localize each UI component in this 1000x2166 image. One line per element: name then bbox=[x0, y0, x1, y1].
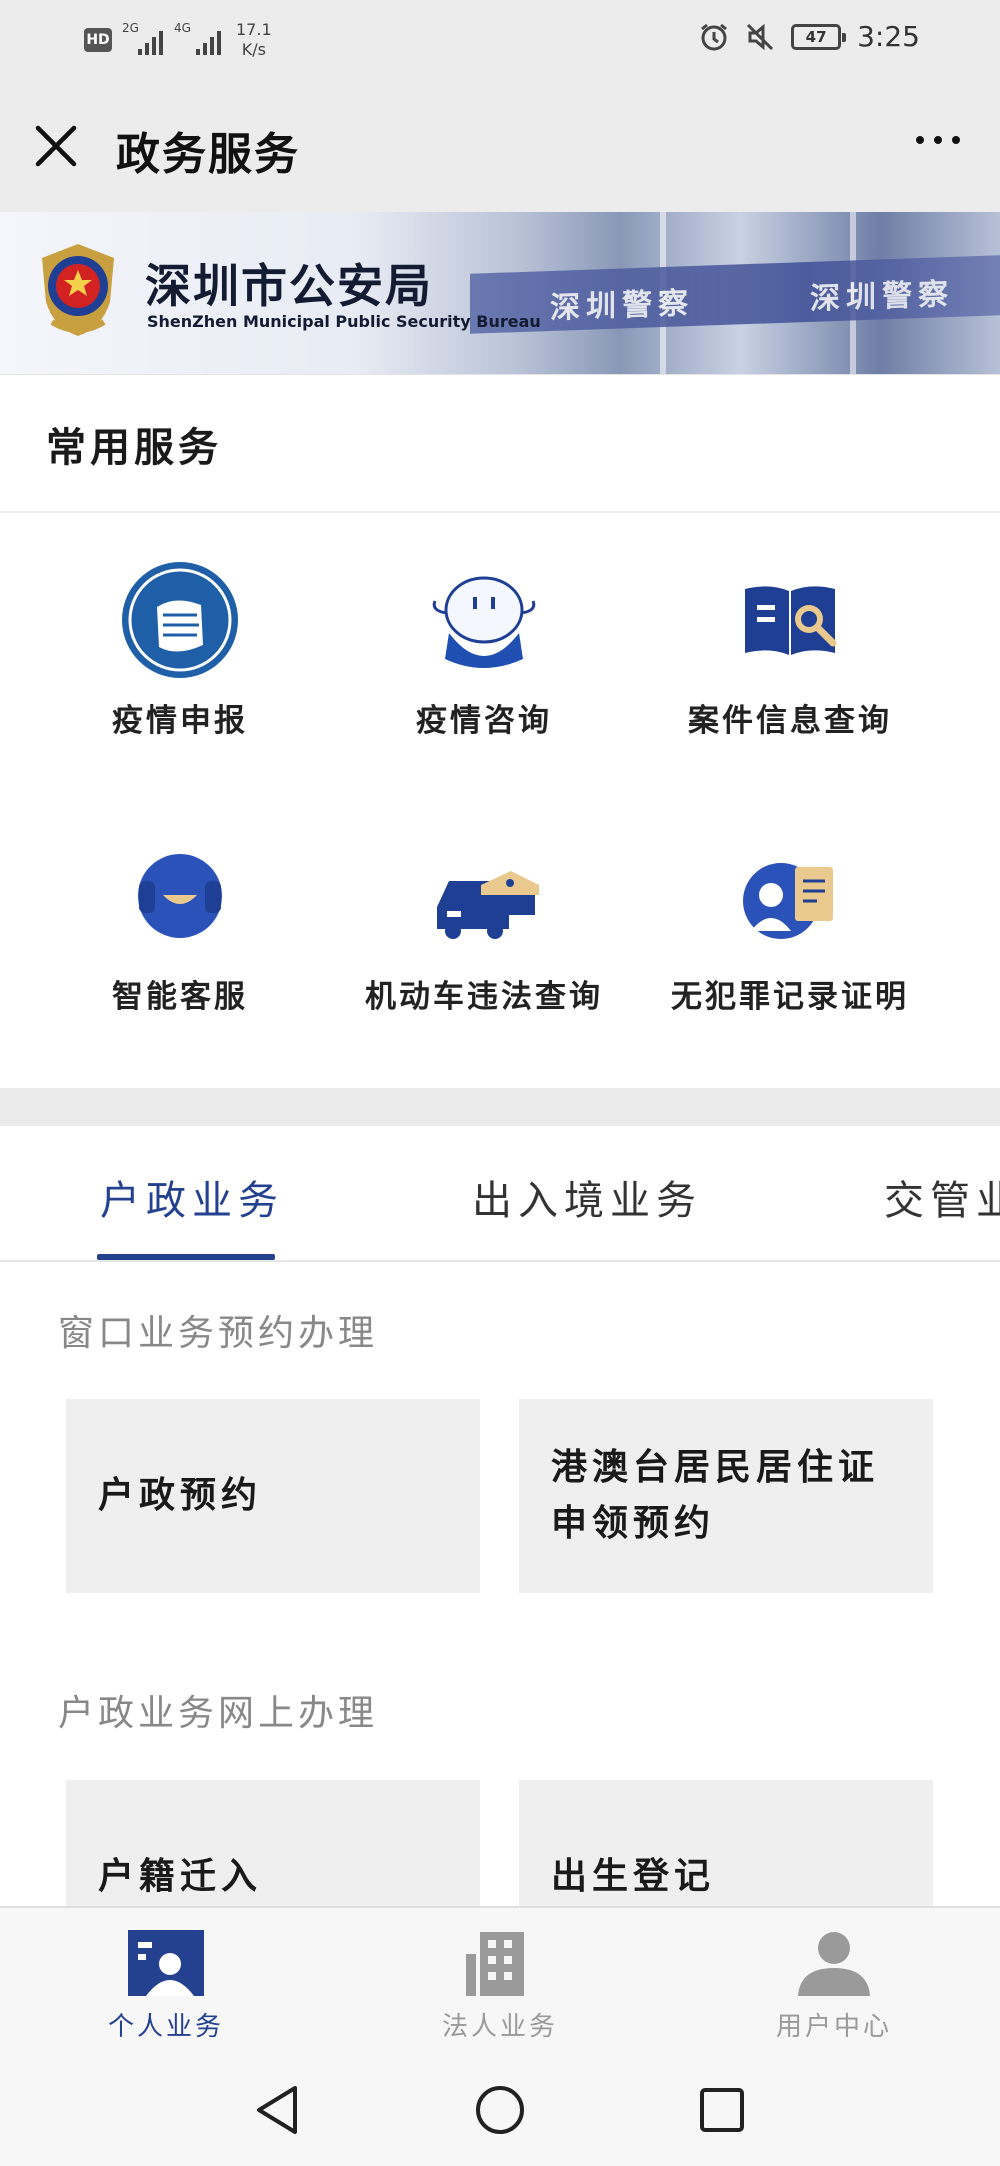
service-label: 疫情申报 bbox=[112, 703, 248, 739]
mascot-icon bbox=[432, 576, 536, 668]
speed-value: 17.1 bbox=[236, 20, 272, 39]
recents-icon bbox=[700, 2088, 744, 2132]
nav-label: 用户中心 bbox=[775, 2012, 892, 2042]
service-label: 智能客服 bbox=[112, 979, 248, 1015]
headset-icon bbox=[138, 854, 222, 938]
bureau-name: 深圳市公安局 bbox=[145, 259, 433, 313]
close-icon bbox=[35, 125, 77, 167]
mute-icon bbox=[747, 23, 774, 50]
divider bbox=[0, 511, 1000, 513]
back-icon bbox=[257, 2086, 297, 2134]
tile-hkmt-residence-permit-appointment[interactable]: 港澳台居民居住证申领预约 bbox=[519, 1399, 933, 1593]
status-left: HD 2G 4G 17.1 K/s bbox=[84, 20, 272, 60]
service-label: 机动车违法查询 bbox=[365, 979, 603, 1015]
active-tab-indicator bbox=[97, 1254, 275, 1260]
status-right: 47 3:25 bbox=[699, 20, 920, 53]
status-bar: HD 2G 4G 17.1 K/s 47 3:25 bbox=[0, 0, 1000, 80]
nav-label: 法人业务 bbox=[441, 2012, 558, 2042]
service-smart-support[interactable]: 智能客服 bbox=[30, 831, 330, 1016]
mask-icon bbox=[122, 562, 238, 678]
service-epidemic-consult[interactable]: 疫情咨询 bbox=[334, 555, 634, 740]
common-services-section: 常用服务 疫情申报 疫情咨询 案件信息查询 智能客服 机动车违法查询 无犯罪记录… bbox=[0, 374, 1000, 1088]
user-icon bbox=[798, 1932, 870, 1996]
service-no-crime-certificate[interactable]: 无犯罪记录证明 bbox=[640, 831, 940, 1016]
system-navigation-bar bbox=[0, 2052, 1000, 2166]
sim1-label: 2G bbox=[122, 21, 139, 35]
battery-level: 47 bbox=[805, 27, 827, 46]
bureau-name-en: ShenZhen Municipal Public Security Burea… bbox=[147, 312, 541, 331]
more-options-button[interactable] bbox=[916, 136, 960, 144]
battery-icon: 47 bbox=[791, 23, 847, 50]
service-epidemic-report[interactable]: 疫情申报 bbox=[30, 555, 330, 740]
tab-traffic[interactable]: 交管业务 bbox=[884, 1168, 1000, 1226]
certificate-icon bbox=[743, 863, 833, 939]
tile-label: 户政预约 bbox=[98, 1475, 263, 1516]
sign-text: 深圳警察 bbox=[550, 285, 694, 326]
recents-button[interactable] bbox=[692, 2080, 752, 2140]
back-button[interactable] bbox=[248, 2080, 308, 2140]
group-label: 窗口业务预约办理 bbox=[58, 1313, 379, 1354]
tile-household-appointment[interactable]: 户政预约 bbox=[66, 1399, 480, 1593]
speed-unit: K/s bbox=[241, 40, 266, 59]
section-title: 常用服务 bbox=[46, 425, 222, 471]
tile-label: 港澳台居民居住证申领预约 bbox=[551, 1447, 880, 1544]
home-icon bbox=[476, 2086, 524, 2134]
personal-business-icon bbox=[128, 1930, 204, 1996]
group-label: 户政业务网上办理 bbox=[58, 1693, 379, 1734]
alarm-icon bbox=[701, 23, 728, 50]
building-icon bbox=[466, 1932, 524, 1996]
sign-text: 深圳警察 bbox=[810, 276, 954, 317]
tile-label: 户籍迁入 bbox=[98, 1856, 263, 1897]
book-search-icon bbox=[745, 586, 837, 655]
police-sign-stripe: 深圳警察 深圳警察 bbox=[470, 254, 1000, 334]
nav-personal[interactable]: 个人业务 bbox=[56, 1928, 276, 2043]
clock: 3:25 bbox=[857, 20, 920, 53]
signal-icon: 2G bbox=[122, 21, 164, 55]
service-vehicle-violation[interactable]: 机动车违法查询 bbox=[334, 831, 634, 1016]
tab-entry-exit[interactable]: 出入境业务 bbox=[472, 1168, 702, 1226]
service-label: 案件信息查询 bbox=[688, 703, 892, 739]
tile-label: 出生登记 bbox=[551, 1856, 716, 1897]
police-emblem-icon bbox=[42, 244, 114, 336]
tab-household[interactable]: 户政业务 bbox=[100, 1168, 284, 1226]
page-title: 政务服务 bbox=[116, 129, 300, 180]
service-label: 疫情咨询 bbox=[416, 703, 552, 739]
close-button[interactable] bbox=[26, 116, 86, 176]
sim2-label: 4G bbox=[174, 21, 191, 35]
dot bbox=[916, 136, 924, 144]
tab-bar: 户政业务 出入境业务 交管业务 bbox=[0, 1126, 1000, 1262]
network-speed: 17.1 K/s bbox=[236, 20, 272, 60]
dot bbox=[934, 136, 942, 144]
service-case-query[interactable]: 案件信息查询 bbox=[640, 555, 940, 740]
bureau-banner[interactable]: 深圳警察 深圳警察 深圳市公安局 ShenZhen Municipal Publ… bbox=[0, 212, 1000, 374]
car-police-icon bbox=[437, 871, 539, 939]
title-bar: 政务服务 bbox=[0, 80, 1000, 212]
signal-icon: 4G bbox=[174, 21, 224, 55]
home-button[interactable] bbox=[470, 2080, 530, 2140]
bottom-navigation: 个人业务 法人业务 用户中心 bbox=[0, 1906, 1000, 2052]
service-label: 无犯罪记录证明 bbox=[671, 979, 909, 1015]
nav-legal-person[interactable]: 法人业务 bbox=[390, 1928, 610, 2043]
nav-label: 个人业务 bbox=[107, 2012, 224, 2042]
dot bbox=[952, 136, 960, 144]
hd-badge: HD bbox=[84, 28, 112, 52]
nav-user-center[interactable]: 用户中心 bbox=[724, 1928, 944, 2043]
